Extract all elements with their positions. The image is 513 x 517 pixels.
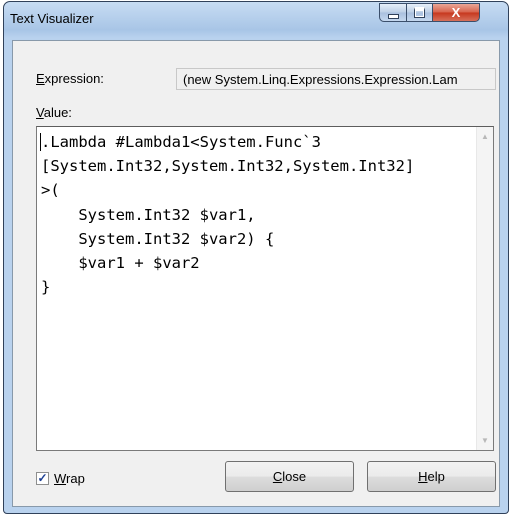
window-title: Text Visualizer (10, 11, 94, 26)
minimize-button[interactable] (379, 3, 407, 22)
minimize-icon (387, 14, 399, 19)
maximize-icon (414, 7, 425, 18)
text-visualizer-window: Text Visualizer X Expression: (new Syste… (3, 1, 509, 514)
expression-label: Expression: (36, 71, 104, 86)
maximize-button[interactable] (406, 3, 433, 22)
text-caret (40, 133, 41, 151)
close-window-button[interactable]: X (432, 3, 480, 22)
close-icon: X (451, 5, 461, 20)
close-button[interactable]: Close (225, 461, 354, 492)
value-textarea[interactable]: .Lambda #Lambda1<System.Func`3 [System.I… (36, 126, 494, 451)
scroll-up-arrow-icon[interactable]: ▲ (477, 132, 493, 141)
expression-label-text: Expression: (36, 71, 104, 86)
vertical-scrollbar[interactable]: ▲ ▼ (476, 127, 493, 450)
wrap-checkbox[interactable]: ✓ Wrap (36, 471, 85, 486)
wrap-label: Wrap (54, 471, 85, 486)
checkbox-check-icon[interactable]: ✓ (36, 472, 49, 485)
help-button[interactable]: Help (367, 461, 496, 492)
dialog-client-area: Expression: (new System.Linq.Expressions… (12, 40, 500, 507)
value-label: Value: (36, 105, 72, 120)
value-text[interactable]: .Lambda #Lambda1<System.Func`3 [System.I… (41, 130, 469, 446)
expression-field[interactable]: (new System.Linq.Expressions.Expression.… (176, 68, 496, 90)
scroll-down-arrow-icon[interactable]: ▼ (477, 436, 493, 445)
value-label-text: Value: (36, 105, 72, 120)
